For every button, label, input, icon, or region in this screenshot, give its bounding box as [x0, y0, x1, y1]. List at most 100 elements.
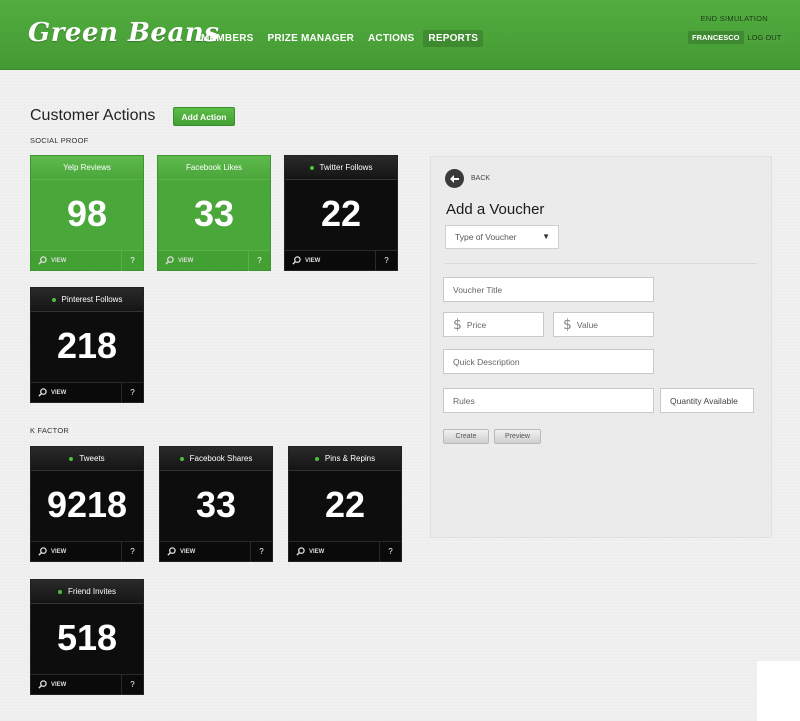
tile-label: Facebook Shares [189, 454, 253, 463]
tile-label: Friend Invites [67, 587, 117, 596]
price-input[interactable]: $ Price [443, 312, 544, 337]
nav-members[interactable]: MEMBERS [196, 30, 259, 47]
tile-footer: VIEW ? [160, 541, 272, 562]
end-simulation-link[interactable]: END SIMULATION [701, 14, 768, 23]
blank-area [757, 661, 800, 721]
action-tile-twitter-follows[interactable]: Twitter Follows 22 VIEW ? [284, 155, 398, 271]
tile-header: Tweets [31, 447, 143, 471]
view-button[interactable]: VIEW [160, 547, 250, 556]
field-placeholder: Voucher Title [453, 284, 503, 295]
action-tile-yelp-reviews[interactable]: Yelp Reviews 98 VIEW ? [30, 155, 144, 271]
action-tile-friend-invites[interactable]: Friend Invites 518 VIEW ? [30, 579, 144, 695]
tile-header: Yelp Reviews [31, 156, 143, 180]
view-label: VIEW [51, 548, 67, 555]
view-button[interactable]: VIEW [289, 547, 379, 556]
page-title: Customer Actions [30, 107, 156, 124]
tile-value: 218 [56, 324, 118, 366]
dollar-icon: $ [563, 316, 572, 333]
logout-button[interactable]: LOG OUT [743, 31, 786, 44]
help-button[interactable]: ? [248, 250, 270, 271]
view-button[interactable]: VIEW [285, 256, 375, 265]
action-tile-facebook-likes[interactable]: Facebook Likes 33 VIEW ? [157, 155, 271, 271]
tile-header: Twitter Follows [285, 156, 397, 180]
action-tile-pins-repins[interactable]: Pins & Repins 22 VIEW ? [288, 446, 402, 562]
nav-actions[interactable]: ACTIONS [363, 30, 419, 47]
view-button[interactable]: VIEW [31, 388, 121, 397]
tile-footer: VIEW ? [158, 250, 270, 271]
tile-footer: VIEW ? [31, 674, 143, 695]
tile-value: 22 [324, 483, 366, 525]
divider [445, 263, 757, 264]
magnifier-icon [38, 547, 47, 556]
status-dot-icon [51, 297, 56, 302]
view-label: VIEW [51, 681, 67, 688]
voucher-title-input[interactable]: Voucher Title [443, 277, 654, 302]
section-social-proof: SOCIAL PROOF [30, 136, 89, 145]
back-label[interactable]: BACK [471, 175, 490, 182]
tile-value: 33 [195, 483, 237, 525]
back-button[interactable] [445, 169, 464, 188]
tile-value: 22 [320, 192, 362, 234]
add-action-button[interactable]: Add Action [173, 107, 235, 126]
status-dot-icon [69, 456, 74, 461]
tile-footer: VIEW ? [31, 250, 143, 271]
help-button[interactable]: ? [121, 541, 143, 562]
tile-footer: VIEW ? [289, 541, 401, 562]
status-dot-icon [57, 589, 62, 594]
tile-label: Facebook Likes [185, 163, 243, 172]
view-label: VIEW [309, 548, 325, 555]
tile-label: Pins & Repins [324, 454, 376, 463]
tile-header: Facebook Likes [158, 156, 270, 180]
help-button[interactable]: ? [250, 541, 272, 562]
quick-description-input[interactable]: Quick Description [443, 349, 654, 374]
user-box: FRANCESCO LOG OUT [688, 31, 786, 44]
help-button[interactable]: ? [121, 250, 143, 271]
view-button[interactable]: VIEW [31, 547, 121, 556]
view-label: VIEW [305, 257, 321, 264]
dropdown-arrow-icon: ▼ [542, 232, 550, 241]
app-logo[interactable]: Green Beans [28, 18, 219, 48]
action-tile-tweets[interactable]: Tweets 9218 VIEW ? [30, 446, 144, 562]
magnifier-icon [38, 680, 47, 689]
view-button[interactable]: VIEW [31, 256, 121, 265]
status-dot-icon [309, 165, 314, 170]
view-button[interactable]: VIEW [158, 256, 248, 265]
magnifier-icon [38, 256, 47, 265]
quantity-available-input[interactable]: Quantity Available [660, 388, 754, 413]
voucher-type-select[interactable]: Type of Voucher ▼ [445, 225, 559, 249]
help-button[interactable]: ? [121, 382, 143, 403]
status-dot-icon [179, 456, 184, 461]
tile-header: Friend Invites [31, 580, 143, 604]
view-button[interactable]: VIEW [31, 680, 121, 689]
tile-label: Yelp Reviews [63, 163, 111, 172]
view-label: VIEW [51, 389, 67, 396]
tile-footer: VIEW ? [285, 250, 397, 271]
help-button[interactable]: ? [375, 250, 397, 271]
magnifier-icon [292, 256, 301, 265]
tile-label: Tweets [79, 454, 105, 463]
help-button[interactable]: ? [121, 674, 143, 695]
field-placeholder: Price [466, 319, 487, 330]
magnifier-icon [165, 256, 174, 265]
status-dot-icon [314, 456, 319, 461]
action-tile-facebook-shares[interactable]: Facebook Shares 33 VIEW ? [159, 446, 273, 562]
view-label: VIEW [178, 257, 194, 264]
value-input[interactable]: $ Value [553, 312, 654, 337]
create-button[interactable]: Create [443, 429, 489, 444]
tile-value: 9218 [46, 483, 128, 525]
preview-button[interactable]: Preview [494, 429, 541, 444]
help-button[interactable]: ? [379, 541, 401, 562]
panel-title: Add a Voucher [446, 201, 545, 218]
rules-input[interactable]: Rules [443, 388, 654, 413]
magnifier-icon [167, 547, 176, 556]
user-name[interactable]: FRANCESCO [688, 33, 744, 42]
dollar-icon: $ [453, 316, 462, 333]
tile-header: Pins & Repins [289, 447, 401, 471]
field-placeholder: Quantity Available [670, 395, 738, 406]
tile-value: 98 [66, 192, 108, 234]
nav-reports[interactable]: REPORTS [423, 30, 484, 47]
nav-prize-manager[interactable]: PRIZE MANAGER [263, 30, 360, 47]
action-tile-pinterest-follows[interactable]: Pinterest Follows 218 VIEW ? [30, 287, 144, 403]
magnifier-icon [38, 388, 47, 397]
arrow-left-icon [450, 174, 459, 183]
